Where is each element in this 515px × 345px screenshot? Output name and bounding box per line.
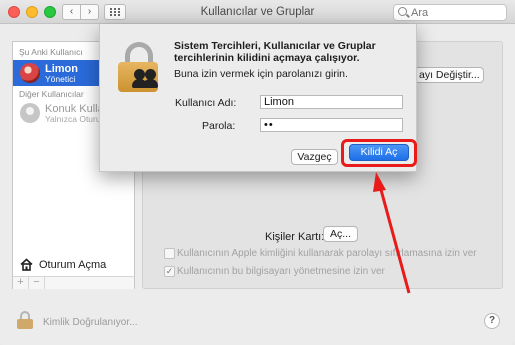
avatar [20, 63, 40, 83]
open-contact-card-button[interactable]: Aç... [323, 226, 358, 242]
change-password-button[interactable]: ayı Değiştir... [414, 67, 484, 83]
admin-label: Kullanıcının bu bilgisayarı yönetmesine … [177, 266, 385, 277]
sidebar-footer: + − [13, 276, 134, 289]
title-bar: ‹ › Kullanıcılar ve Gruplar [0, 0, 515, 24]
password-label: Parola: [202, 120, 236, 132]
lock-icon[interactable] [17, 311, 33, 329]
other-users-section-label: Diğer Kullanıcılar [19, 89, 84, 99]
apple-id-reset-checkbox[interactable] [164, 248, 175, 259]
preferences-window: ‹ › Kullanıcılar ve Gruplar Şu Anki Kull… [0, 0, 515, 345]
search-icon [398, 7, 407, 16]
search-field[interactable] [393, 4, 507, 21]
lock-status-label: Kimlik Doğrulanıyor... [43, 317, 138, 328]
username-label: Kullanıcı Adı: [175, 97, 237, 109]
remove-user-button[interactable]: − [29, 277, 45, 289]
user-role: Yönetici [45, 74, 76, 84]
user-role: Yalnızca Oturu [45, 114, 101, 124]
admin-checkbox[interactable]: ✓ [164, 266, 175, 277]
cancel-button[interactable]: Vazgeç [291, 149, 338, 165]
dialog-title: Sistem Tercihleri, Kullanıcılar ve Grupl… [174, 40, 376, 64]
guest-avatar [20, 103, 40, 123]
login-options-item[interactable]: Oturum Açma [13, 255, 134, 275]
login-options-label: Oturum Açma [39, 259, 107, 271]
password-field[interactable] [260, 118, 403, 132]
house-icon [20, 258, 33, 271]
users-group-icon [132, 69, 158, 89]
contact-card-label: Kişiler Kartı: [265, 231, 325, 243]
annotation-highlight-box [341, 139, 417, 167]
add-user-button[interactable]: + [13, 277, 29, 289]
apple-id-reset-label: Kullanıcının Apple kimliğini kullanarak … [177, 248, 477, 259]
dialog-message: Buna izin vermek için parolanızı girin. [174, 68, 348, 80]
help-button[interactable]: ? [484, 313, 500, 329]
username-field[interactable] [260, 95, 403, 109]
current-user-section-label: Şu Anki Kullanıcı [19, 47, 83, 57]
search-input[interactable] [411, 6, 501, 19]
